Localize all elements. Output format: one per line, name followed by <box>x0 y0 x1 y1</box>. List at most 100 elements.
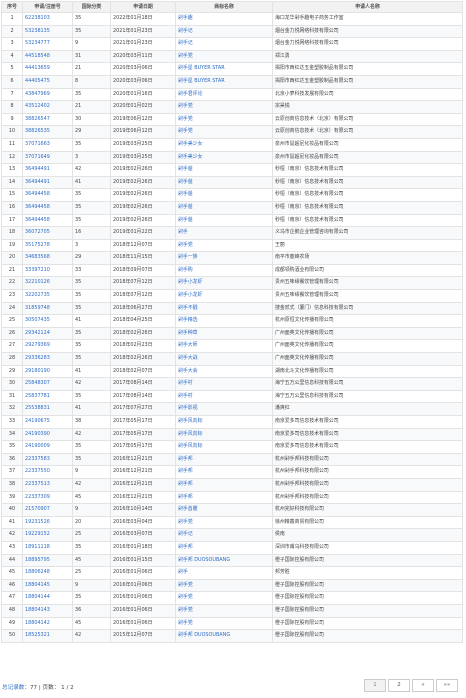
trademark-name-link[interactable]: 剁手爸 <box>178 191 193 197</box>
trademark-name-link[interactable]: 剁手酋雕 <box>178 506 198 512</box>
last-page-button[interactable]: »» <box>436 679 458 692</box>
trademark-name-link[interactable]: 剁手党 <box>178 620 193 626</box>
registration-number-link[interactable]: 18895795 <box>25 557 50 563</box>
registration-number-link[interactable]: 32210126 <box>25 279 50 285</box>
registration-number-link[interactable]: 35175278 <box>25 242 50 248</box>
trademark-name-link[interactable]: 剁手党 <box>178 519 193 525</box>
registration-number-link[interactable]: 22337513 <box>25 481 50 487</box>
registration-number-link[interactable]: 32202735 <box>25 292 50 298</box>
trademark-name-link[interactable]: 剁手君评论 <box>178 91 202 97</box>
registration-number-link[interactable]: 19231526 <box>25 519 50 525</box>
trademark-name-link[interactable]: 剁手邦 DUOSOUBANG <box>178 632 230 638</box>
trademark-name-link[interactable]: 剁手党 <box>178 594 193 600</box>
registration-number-link[interactable]: 34683568 <box>25 254 50 260</box>
registration-number-link[interactable]: 44518548 <box>25 53 50 59</box>
trademark-name-link[interactable]: 剁手邦 <box>178 544 193 550</box>
trademark-name-link[interactable]: 剁手风向标 <box>178 418 202 424</box>
registration-number-link[interactable]: 29279369 <box>25 342 50 348</box>
registration-number-link[interactable]: 53238135 <box>25 28 50 34</box>
trademark-name-link[interactable]: 剁手星 BUYER STAR <box>178 78 225 84</box>
registration-number-link[interactable]: 24190675 <box>25 418 50 424</box>
trademark-name-link[interactable]: 剁手记 <box>178 531 193 537</box>
trademark-name-link[interactable]: 剁手党 <box>178 582 193 588</box>
trademark-name-link[interactable]: 剁手党 <box>178 53 193 59</box>
trademark-name-link[interactable]: 剁手 <box>178 229 188 235</box>
registration-number-link[interactable]: 53234777 <box>25 40 50 46</box>
trademark-name-link[interactable]: 剁手美少女 <box>178 141 202 147</box>
trademark-name-link[interactable]: 剁手邦 <box>178 456 193 462</box>
trademark-name-link[interactable]: 剁手记 <box>178 40 193 46</box>
trademark-name-link[interactable]: 剁手精选 <box>178 317 198 323</box>
registration-number-link[interactable]: 25538831 <box>25 405 50 411</box>
registration-number-link[interactable]: 38826547 <box>25 116 50 122</box>
trademark-name-link[interactable]: 剁手购 <box>178 267 193 273</box>
registration-number-link[interactable]: 37071649 <box>25 154 50 160</box>
trademark-name-link[interactable]: 剁手邦 <box>178 481 193 487</box>
registration-number-link[interactable]: 29342124 <box>25 330 50 336</box>
registration-number-link[interactable]: 44413659 <box>25 65 50 71</box>
registration-number-link[interactable]: 19229152 <box>25 531 50 537</box>
trademark-name-link[interactable]: 剁手大战 <box>178 355 198 361</box>
registration-number-link[interactable]: 18804142 <box>25 620 50 626</box>
trademark-name-link[interactable]: 剁手趣 <box>178 15 193 21</box>
trademark-name-link[interactable]: 剁手大师 <box>178 342 198 348</box>
registration-number-link[interactable]: 37071663 <box>25 141 50 147</box>
trademark-name-link[interactable]: 剁手村 <box>178 393 193 399</box>
trademark-name-link[interactable]: 剁手 <box>178 569 188 575</box>
registration-number-link[interactable]: 21570907 <box>25 506 50 512</box>
trademark-name-link[interactable]: 剁手邦 <box>178 494 193 500</box>
registration-number-link[interactable]: 24190390 <box>25 431 50 437</box>
next-page-button[interactable]: » <box>412 679 434 692</box>
registration-number-link[interactable]: 22337309 <box>25 494 50 500</box>
trademark-name-link[interactable]: 剁手记 <box>178 28 193 34</box>
trademark-name-link[interactable]: 剁手大会 <box>178 368 198 374</box>
page-button-1[interactable]: 1 <box>364 679 386 692</box>
trademark-name-link[interactable]: 剁手爸 <box>178 179 193 185</box>
registration-number-link[interactable]: 33397210 <box>25 267 50 273</box>
registration-number-link[interactable]: 22337583 <box>25 456 50 462</box>
trademark-name-link[interactable]: 剁手一族 <box>178 254 198 260</box>
registration-number-link[interactable]: 36494458 <box>25 217 50 223</box>
registration-number-link[interactable]: 62238103 <box>25 15 50 21</box>
trademark-name-link[interactable]: 剁手爸 <box>178 204 193 210</box>
trademark-name-link[interactable]: 剁手美少女 <box>178 154 202 160</box>
registration-number-link[interactable]: 18804143 <box>25 607 50 613</box>
registration-number-link[interactable]: 18804145 <box>25 582 50 588</box>
registration-number-link[interactable]: 18525321 <box>25 632 50 638</box>
page-button-2[interactable]: 2 <box>388 679 410 692</box>
trademark-name-link[interactable]: 剁手小龙虾 <box>178 279 202 285</box>
registration-number-link[interactable]: 36494491 <box>25 179 50 185</box>
trademark-name-link[interactable]: 剁手村 <box>178 380 193 386</box>
trademark-name-link[interactable]: 剁手党 <box>178 103 193 109</box>
registration-number-link[interactable]: 30507435 <box>25 317 50 323</box>
registration-number-link[interactable]: 24190009 <box>25 443 50 449</box>
registration-number-link[interactable]: 36072705 <box>25 229 50 235</box>
trademark-name-link[interactable]: 剁手种草 <box>178 330 198 336</box>
registration-number-link[interactable]: 36494458 <box>25 191 50 197</box>
registration-number-link[interactable]: 43512402 <box>25 103 50 109</box>
trademark-name-link[interactable]: 剁手影视 <box>178 405 198 411</box>
registration-number-link[interactable]: 36494491 <box>25 166 50 172</box>
registration-number-link[interactable]: 44405475 <box>25 78 50 84</box>
registration-number-link[interactable]: 29180190 <box>25 368 50 374</box>
trademark-name-link[interactable]: 剁手不戳 <box>178 305 198 311</box>
trademark-name-link[interactable]: 剁手邦 <box>178 468 193 474</box>
trademark-name-link[interactable]: 剁手星 BUYER STAR <box>178 65 225 71</box>
trademark-name-link[interactable]: 剁手党 <box>178 607 193 613</box>
registration-number-link[interactable]: 38826535 <box>25 128 50 134</box>
registration-number-link[interactable]: 31859748 <box>25 305 50 311</box>
trademark-name-link[interactable]: 剁手爸 <box>178 217 193 223</box>
trademark-name-link[interactable]: 剁手爸 <box>178 166 193 172</box>
trademark-name-link[interactable]: 剁手风向标 <box>178 443 202 449</box>
registration-number-link[interactable]: 25848307 <box>25 380 50 386</box>
trademark-name-link[interactable]: 剁手党 <box>178 128 193 134</box>
registration-number-link[interactable]: 25837781 <box>25 393 50 399</box>
trademark-name-link[interactable]: 剁手小龙虾 <box>178 292 202 298</box>
registration-number-link[interactable]: 36494458 <box>25 204 50 210</box>
registration-number-link[interactable]: 18804144 <box>25 594 50 600</box>
registration-number-link[interactable]: 43847969 <box>25 91 50 97</box>
trademark-name-link[interactable]: 剁手邦 DUOSOUBANG <box>178 557 230 563</box>
registration-number-link[interactable]: 29336283 <box>25 355 50 361</box>
trademark-name-link[interactable]: 剁手党 <box>178 116 193 122</box>
trademark-name-link[interactable]: 剁手党 <box>178 242 193 248</box>
